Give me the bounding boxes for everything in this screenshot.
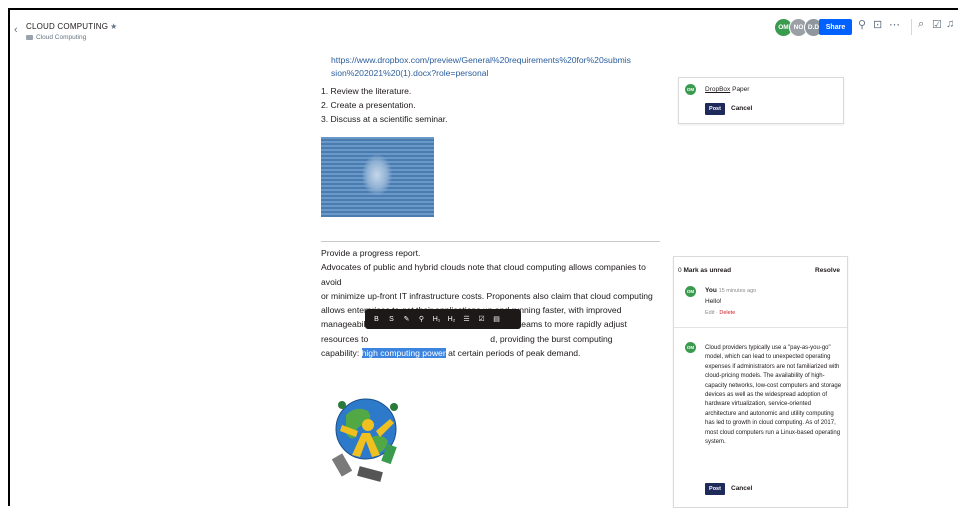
para-text: capability: [321, 348, 362, 359]
post-button[interactable]: Post [705, 483, 725, 495]
format-toolbar: B S ✎ ⚲ H₁ H₂ ☰ ☑ ▤ [365, 309, 521, 329]
bell-icon[interactable]: ♫ [946, 18, 954, 30]
star-icon[interactable]: ★ [110, 22, 117, 31]
avatar: OM [685, 286, 696, 297]
mark-unread-label: Mark as unread [683, 267, 732, 274]
checklist-icon[interactable]: ☑ [932, 18, 942, 31]
checklist-button[interactable]: ☑ [474, 315, 489, 323]
comment-time: 15 minutes ago [718, 288, 757, 294]
comment-button[interactable]: ▤ [489, 315, 504, 323]
comment-thread-card: 0 Mark as unread Resolve OM You 15 minut… [673, 256, 848, 508]
more-icon[interactable]: ⋯ [889, 18, 900, 31]
comment-body: Paper [730, 86, 750, 93]
post-button[interactable]: Post [705, 103, 725, 115]
unread-count: 0 [678, 267, 682, 274]
divider [321, 241, 660, 242]
avatar: OM [685, 84, 696, 95]
breadcrumb[interactable]: Cloud Computing [26, 34, 86, 41]
bold-button[interactable]: B [369, 316, 384, 323]
comment-message: Hello! [705, 298, 722, 305]
mention-link[interactable]: DropBox [705, 86, 730, 93]
para-text: at certain periods of peak demand. [445, 348, 581, 359]
cancel-button[interactable]: Cancel [731, 105, 752, 112]
globe-illustration[interactable] [328, 385, 410, 487]
comment-card-draft: OM DropBox Paper Post Cancel [678, 77, 844, 124]
selected-text[interactable]: high computing power [361, 348, 446, 359]
share-button[interactable]: Share [819, 19, 852, 35]
link-icon[interactable]: ⚲ [858, 18, 866, 31]
list-item: 3. Discuss at a scientific seminar. [321, 114, 448, 124]
avatar: OM [685, 342, 696, 353]
list-item: 2. Create a presentation. [321, 100, 416, 110]
folder-icon [26, 34, 33, 40]
comment-meta: You 15 minutes ago [705, 287, 756, 294]
back-chevron-icon[interactable]: ‹ [14, 24, 18, 36]
para-text: d, providing the burst computing [490, 333, 613, 344]
para-text: manageabili [321, 319, 368, 330]
comment-actions: Edit · Delete [705, 310, 736, 316]
divider [911, 19, 912, 35]
heading1-button[interactable]: H₁ [429, 316, 444, 323]
comment-author: You [705, 287, 717, 294]
doc-link[interactable]: https://www.dropbox.com/preview/General%… [331, 54, 631, 80]
para-line: or minimize up-front IT infrastructure c… [321, 290, 653, 301]
para-text: resources to [321, 333, 369, 344]
search-icon[interactable]: ⌕ [918, 18, 924, 31]
reply-text[interactable]: Cloud providers typically use a "pay-as-… [705, 344, 843, 447]
para-line: Advocates of public and hybrid clouds no… [321, 262, 646, 287]
collaborator-avatars[interactable]: OM NO D.D [774, 18, 823, 37]
list-item: 1. Review the literature. [321, 86, 412, 96]
delete-link[interactable]: Delete [719, 310, 735, 316]
para-text: s IT teams to more rapidly adjust [502, 319, 627, 330]
comment-text[interactable]: DropBox Paper [705, 86, 749, 93]
heading2-button[interactable]: H₂ [444, 316, 459, 323]
highlight-button[interactable]: ✎ [399, 315, 414, 323]
progress-section: Provide a progress report. Advocates of … [321, 246, 666, 360]
link-button[interactable]: ⚲ [414, 315, 429, 323]
face-image[interactable] [321, 137, 434, 217]
divider [674, 327, 847, 328]
cancel-button[interactable]: Cancel [731, 485, 752, 492]
mark-unread-button[interactable]: 0 Mark as unread [678, 267, 731, 274]
para-line: resources to d, providing the burst compu… [321, 332, 666, 346]
doc-title[interactable]: CLOUD COMPUTING ★ [26, 22, 118, 31]
resolve-button[interactable]: Resolve [815, 267, 840, 274]
present-icon[interactable]: ⊡ [873, 18, 882, 31]
strikethrough-button[interactable]: S [384, 316, 399, 323]
edit-link[interactable]: Edit [705, 310, 714, 316]
bullet-list-button[interactable]: ☰ [459, 315, 474, 323]
progress-heading: Provide a progress report. [321, 248, 421, 258]
folder-name: Cloud Computing [36, 34, 87, 41]
para-line: capability: high computing power at cert… [321, 346, 666, 360]
doc-title-text: CLOUD COMPUTING [26, 22, 109, 31]
numbered-list: 1. Review the literature. 2. Create a pr… [321, 84, 448, 126]
